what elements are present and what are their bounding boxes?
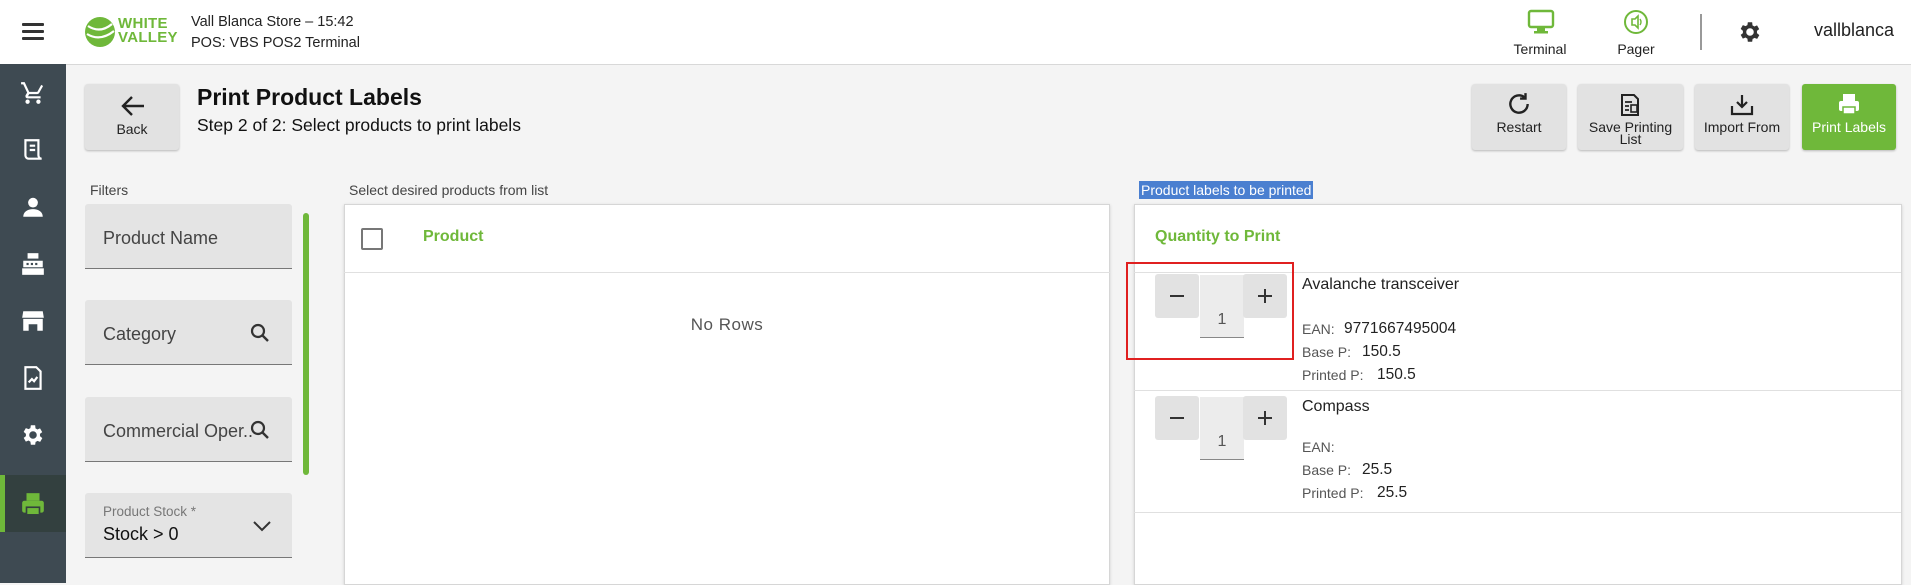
ean-label: EAN: (1302, 321, 1335, 337)
search-icon[interactable] (250, 323, 270, 343)
item-name: Compass (1302, 398, 1370, 415)
logo-wordmark: WHITE VALLEY (118, 15, 178, 46)
product-stock-label: Product Stock * (103, 504, 197, 519)
printed-price-label: Printed P: (1302, 485, 1364, 501)
plus-icon (1258, 411, 1272, 425)
cash-register-icon (22, 253, 44, 275)
search-icon[interactable] (250, 420, 270, 440)
item-name: Avalanche transceiver (1302, 276, 1460, 293)
printed-price-value: 25.5 (1377, 484, 1408, 501)
import-from-label: Import From (1703, 119, 1781, 135)
back-button[interactable]: Back (85, 84, 179, 150)
filters-scrollbar[interactable] (303, 213, 309, 475)
menu-icon[interactable] (20, 20, 46, 44)
cart-icon (21, 82, 44, 104)
terminal-button[interactable]: Terminal (1500, 7, 1580, 59)
person-icon (23, 197, 43, 217)
report-icon (24, 366, 42, 390)
commercial-operation-input[interactable]: Commercial Oper... (85, 397, 292, 462)
quantity-input[interactable]: 1 (1200, 397, 1244, 460)
monitor-icon (1527, 9, 1555, 34)
gear-icon (23, 425, 43, 445)
printed-price-value: 150.5 (1377, 366, 1416, 383)
pager-icon (1624, 10, 1648, 34)
select-all-checkbox[interactable] (361, 228, 383, 250)
row-divider (1134, 512, 1901, 513)
back-label: Back (116, 121, 148, 137)
product-list-panel (344, 204, 1110, 585)
pager-label: Pager (1617, 41, 1655, 57)
arrow-left-icon (121, 96, 144, 116)
base-price-value: 150.5 (1362, 343, 1401, 360)
restart-icon (1509, 93, 1529, 114)
sidebar-item-settings[interactable] (0, 406, 66, 463)
product-stock-select[interactable]: Product Stock * Stock > 0 (85, 493, 292, 558)
sidebar-item-sales[interactable] (0, 64, 66, 121)
print-labels-button[interactable]: Print Labels (1802, 84, 1896, 150)
product-column-header[interactable]: Product (423, 228, 483, 246)
restart-button[interactable]: Restart (1472, 84, 1566, 150)
printer-icon (1839, 94, 1859, 115)
header-divider-line (344, 272, 1110, 273)
import-from-button[interactable]: Import From (1695, 84, 1789, 150)
sidebar-item-cash[interactable] (0, 235, 66, 292)
chevron-down-icon (253, 521, 271, 532)
store-name-time: Vall Blanca Store – 15:42 (191, 14, 354, 30)
pager-button[interactable]: Pager (1596, 7, 1676, 59)
store-info: Vall Blanca Store – 15:42 POS: VBS POS2 … (191, 12, 360, 54)
store-icon (22, 311, 44, 331)
restart-label: Restart (1496, 119, 1542, 135)
ean-value: 9771667495004 (1344, 320, 1457, 337)
sidebar-item-label-printing[interactable] (0, 475, 66, 532)
page-title: Print Product Labels (197, 84, 422, 110)
sidebar-item-reports[interactable] (0, 349, 66, 406)
commercial-placeholder: Commercial Oper... (103, 421, 253, 441)
pos-terminal: POS: VBS POS2 Terminal (191, 35, 360, 51)
page-subtitle: Step 2 of 2: Select products to print la… (197, 115, 521, 135)
sidebar-item-stores[interactable] (0, 292, 66, 349)
base-price-value: 25.5 (1362, 461, 1393, 478)
save-printing-list-label: Save Printing List (1588, 119, 1673, 147)
quantity-value: 1 (1217, 433, 1227, 450)
header-divider (1700, 14, 1702, 50)
filters-title: Filters (90, 182, 129, 198)
document-list-icon (1621, 94, 1639, 116)
print-labels-label: Print Labels (1812, 119, 1886, 135)
terminal-label: Terminal (1513, 41, 1567, 57)
base-price-label: Base P: (1302, 462, 1352, 478)
printed-price-label: Printed P: (1302, 367, 1364, 383)
highlight-box (1126, 262, 1294, 360)
sidebar-item-receipts[interactable] (0, 121, 66, 178)
empty-state-text: No Rows (690, 315, 764, 334)
ean-label: EAN: (1302, 439, 1335, 455)
label-printer-icon (22, 493, 44, 516)
receipt-icon (24, 139, 42, 160)
base-price-label: Base P: (1302, 344, 1352, 360)
labels-panel-title: Product labels to be printed (1139, 181, 1314, 199)
decrease-quantity-button[interactable] (1155, 396, 1199, 440)
minus-icon (1170, 417, 1184, 419)
quantity-column-header: Quantity to Print (1155, 228, 1281, 245)
increase-quantity-button[interactable] (1243, 396, 1287, 440)
sidebar (0, 64, 66, 583)
product-name-input[interactable]: Product Name (85, 204, 292, 269)
product-stock-value: Stock > 0 (103, 524, 179, 544)
username[interactable]: vallblanca (1814, 20, 1894, 41)
product-name-placeholder: Product Name (103, 228, 219, 248)
sidebar-item-customers[interactable] (0, 178, 66, 235)
import-icon (1730, 95, 1754, 116)
settings-gear-icon[interactable] (1737, 19, 1763, 45)
category-input[interactable]: Category (85, 300, 292, 365)
save-printing-list-button[interactable]: Save Printing List (1578, 84, 1683, 150)
row-divider (1134, 390, 1901, 391)
product-list-title: Select desired products from list (349, 182, 549, 198)
category-placeholder: Category (103, 324, 177, 344)
